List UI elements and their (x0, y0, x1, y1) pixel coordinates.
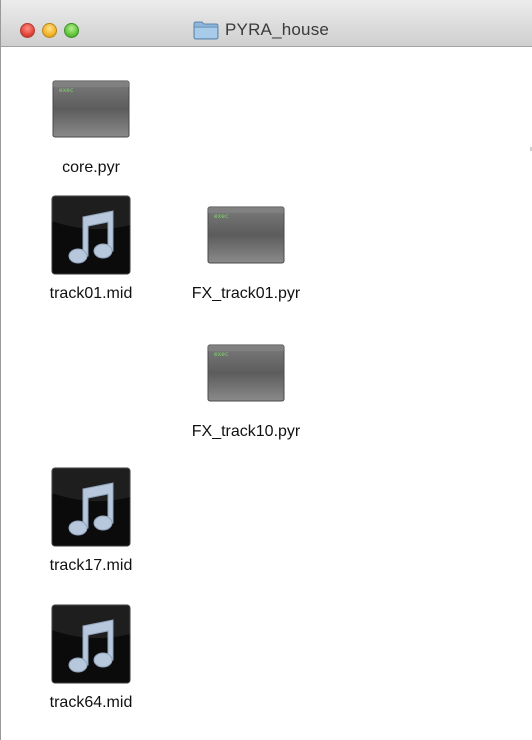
exec-badge: exec (59, 87, 74, 94)
title-bar[interactable]: PYRA_house (1, 0, 532, 47)
exec-file-icon: exec (51, 69, 131, 149)
window-title: PYRA_house (193, 20, 329, 40)
close-button[interactable] (20, 23, 35, 38)
folder-icon (193, 21, 219, 39)
zoom-button[interactable] (64, 23, 79, 38)
file-item[interactable]: exec core.pyr (21, 69, 161, 177)
music-note-icon (51, 195, 131, 275)
file-item[interactable]: exec FX_track01.pyr (176, 195, 316, 303)
file-item[interactable]: track17.mid (21, 467, 161, 575)
music-note-icon (51, 604, 131, 684)
exec-badge: exec (214, 351, 229, 358)
file-name: FX_track01.pyr (191, 285, 301, 302)
file-name: FX_track10.pyr (191, 423, 301, 440)
file-name: track17.mid (49, 557, 133, 574)
exec-file-icon: exec (206, 333, 286, 413)
exec-badge: exec (214, 213, 229, 220)
window-title-text: PYRA_house (225, 20, 330, 39)
music-note-icon (51, 467, 131, 547)
file-item[interactable]: track64.mid (21, 604, 161, 712)
file-item[interactable]: exec FX_track10.pyr (176, 333, 316, 441)
file-name: track64.mid (49, 694, 133, 711)
finder-window: PYRA_house exec core.pyr track01.mid exe… (0, 0, 532, 740)
file-name: core.pyr (62, 159, 120, 176)
minimize-button[interactable] (42, 23, 57, 38)
file-name: track01.mid (49, 285, 133, 302)
file-grid: exec core.pyr track01.mid exec FX_track0… (1, 47, 532, 740)
file-item[interactable]: track01.mid (21, 195, 161, 303)
exec-file-icon: exec (206, 195, 286, 275)
